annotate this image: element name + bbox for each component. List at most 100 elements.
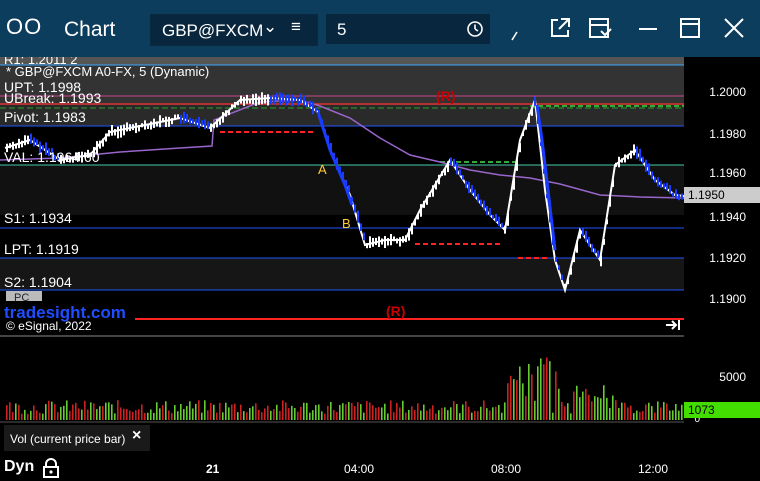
volume-bar — [600, 398, 602, 420]
symbol-dropdown[interactable]: GBP@FXCM ⌄ ≡ — [150, 14, 318, 46]
volume-bar — [543, 364, 545, 420]
price-tick: 1.2000 — [709, 85, 746, 99]
app-title: Chart — [64, 18, 116, 41]
candle — [174, 114, 176, 121]
candle — [591, 243, 593, 253]
price-scale[interactable]: 1.2000 1.1980 1.1960 1.1940 1.1920 1.190… — [684, 57, 760, 425]
interval-text: 5 — [337, 20, 347, 39]
candle — [396, 238, 398, 244]
volume-bar — [144, 413, 146, 420]
pencil-icon[interactable] — [508, 16, 522, 42]
volume-bar — [312, 410, 314, 420]
price-tick: 1.1940 — [709, 210, 746, 224]
template-icon[interactable] — [587, 16, 613, 40]
volume-bar — [216, 412, 218, 420]
volume-bar — [261, 412, 263, 420]
price-chart[interactable]: R1: 1.2011 2 * GBP@FXCM A0-FX, 5 (Dynami… — [0, 57, 760, 457]
minimize-icon[interactable] — [636, 16, 660, 40]
level-s1: S1: 1.1934 — [4, 210, 72, 226]
volume-bar — [171, 413, 173, 420]
volume-bar — [639, 411, 641, 420]
candle — [243, 96, 245, 106]
volume-bar — [159, 408, 161, 420]
volume-bar — [129, 410, 131, 420]
price-tick: 1.1960 — [709, 166, 746, 180]
volume-bar — [345, 404, 347, 420]
volume-bar — [30, 410, 32, 420]
external-link-icon[interactable] — [548, 16, 572, 40]
close-icon[interactable]: × — [132, 427, 141, 445]
candle — [108, 130, 110, 137]
volume-bar — [165, 401, 167, 420]
volume-bar — [603, 385, 605, 420]
volume-bar — [156, 402, 158, 420]
candle — [651, 171, 653, 179]
lock-icon[interactable] — [42, 458, 60, 478]
candle — [504, 225, 506, 234]
volume-bar — [408, 409, 410, 420]
candle — [381, 238, 383, 245]
candle — [213, 124, 215, 129]
candle — [378, 236, 380, 248]
candle — [18, 138, 20, 149]
volume-bar — [462, 404, 464, 420]
candle — [234, 101, 236, 108]
candle — [15, 143, 17, 149]
candle — [171, 118, 173, 125]
volume-bar — [636, 410, 638, 420]
volume-bar — [618, 407, 620, 420]
candle — [477, 193, 479, 203]
candle — [282, 93, 284, 104]
candle — [129, 124, 131, 132]
candle — [216, 119, 218, 128]
volume-bar — [342, 403, 344, 420]
chevron-down-icon[interactable]: ⌄ — [263, 17, 277, 37]
volume-bar — [12, 412, 14, 420]
volume-bar — [417, 403, 419, 420]
volume-bar — [255, 403, 257, 420]
volume-bar — [522, 383, 524, 420]
volume-bar — [534, 400, 536, 420]
volume-bar — [630, 405, 632, 420]
candle — [249, 98, 251, 104]
interval-dropdown[interactable]: 5 — [326, 14, 490, 44]
volume-bar — [606, 397, 608, 420]
volume-bar — [390, 400, 392, 420]
volume-bar — [660, 407, 662, 420]
volume-bar — [288, 408, 290, 420]
candle — [642, 156, 644, 164]
volume-bar — [147, 412, 149, 420]
volume-bar — [108, 402, 110, 420]
volume-bar — [168, 410, 170, 420]
volume-bar — [279, 410, 281, 420]
candle — [183, 111, 185, 124]
volume-bar — [132, 411, 134, 420]
volume-bar — [666, 403, 668, 420]
menu-icon[interactable]: ≡ — [291, 17, 301, 37]
candle — [390, 234, 392, 246]
volume-legend[interactable]: Vol (current price bar) × — [4, 425, 150, 451]
candle — [105, 133, 107, 142]
candle — [204, 119, 206, 130]
volume-bar — [429, 408, 431, 420]
candle — [372, 237, 374, 247]
candle — [150, 121, 152, 130]
candle — [30, 133, 32, 144]
clock-icon[interactable] — [466, 20, 484, 38]
volume-bar — [315, 405, 317, 420]
close-icon[interactable] — [722, 16, 746, 40]
candle — [417, 214, 419, 220]
volume-bar — [324, 413, 326, 420]
candle — [558, 265, 560, 270]
volume-bar — [252, 406, 254, 420]
volume-bar — [663, 402, 665, 420]
volume-bar — [384, 403, 386, 420]
candle — [678, 194, 680, 201]
volume-bar — [675, 404, 677, 420]
volume-bar — [177, 411, 179, 420]
volume-bar — [27, 413, 29, 420]
mode-label[interactable]: Dyn — [4, 458, 34, 476]
maximize-icon[interactable] — [678, 16, 702, 40]
candle — [33, 137, 35, 147]
volume-bar — [591, 401, 593, 420]
